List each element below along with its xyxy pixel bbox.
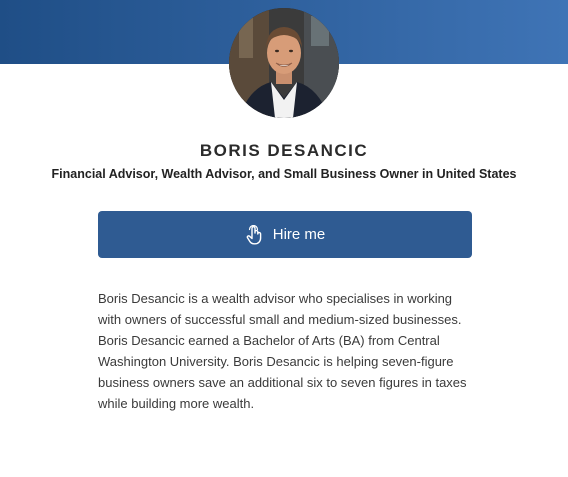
avatar-photo: [229, 8, 339, 118]
profile-name: BORIS DESANCIC: [199, 141, 369, 160]
profile-page: BORIS DESANCIC Financial Advisor, Wealth…: [0, 0, 568, 477]
profile-bio: Boris Desancic is a wealth advisor who s…: [98, 291, 467, 411]
avatar: [229, 8, 339, 118]
profile-subtitle: Financial Advisor, Wealth Advisor, and S…: [51, 167, 517, 181]
hire-me-label: Hire me: [272, 226, 326, 243]
hand-pointer-icon: [245, 224, 263, 245]
hire-me-button[interactable]: Hire me: [98, 211, 472, 258]
